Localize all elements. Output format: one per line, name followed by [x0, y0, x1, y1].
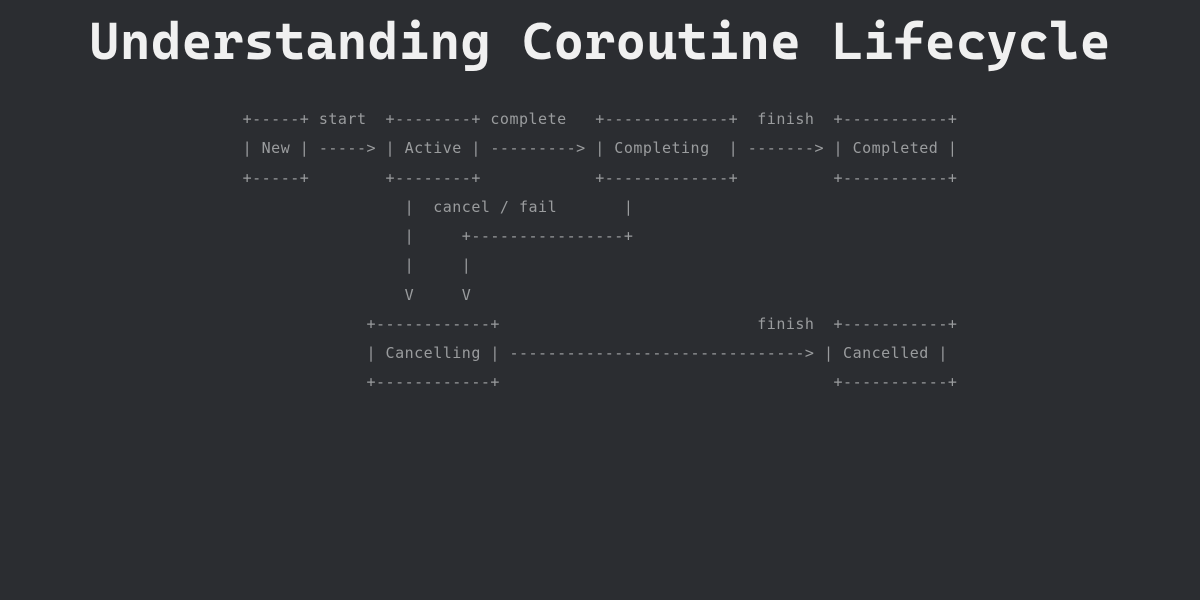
page-title: Understanding Coroutine Lifecycle — [89, 10, 1111, 75]
lifecycle-diagram: +-----+ start +--------+ complete +-----… — [243, 105, 958, 398]
